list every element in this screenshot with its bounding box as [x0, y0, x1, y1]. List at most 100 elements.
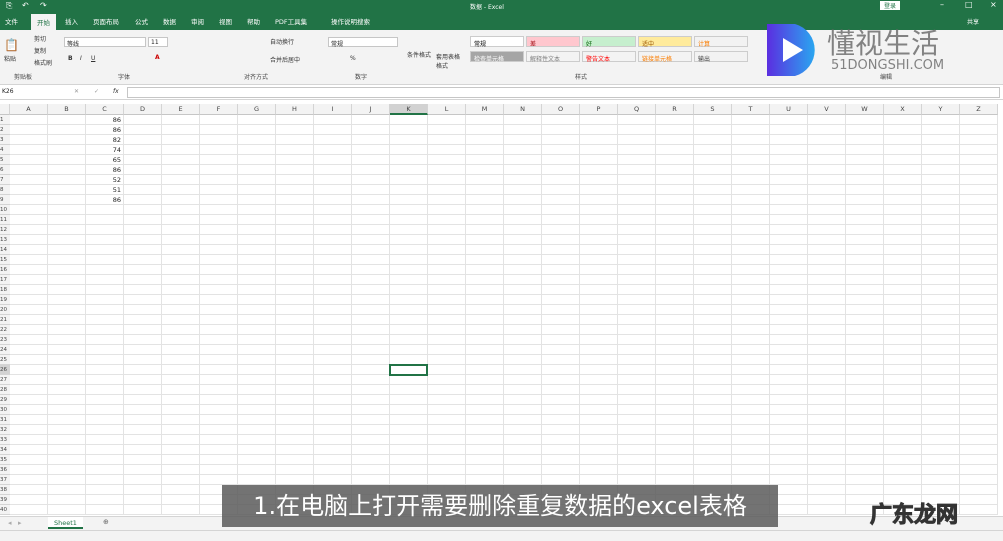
cell-G13[interactable]: [238, 235, 276, 245]
cell-L20[interactable]: [428, 305, 466, 315]
cell-O19[interactable]: [542, 295, 580, 305]
cell-U23[interactable]: [770, 335, 808, 345]
cell-H19[interactable]: [276, 295, 314, 305]
cell-O11[interactable]: [542, 215, 580, 225]
cell-E5[interactable]: [162, 155, 200, 165]
cell-G28[interactable]: [238, 385, 276, 395]
cell-V11[interactable]: [808, 215, 846, 225]
cell-L28[interactable]: [428, 385, 466, 395]
cell-C34[interactable]: [86, 445, 124, 455]
cell-D33[interactable]: [124, 435, 162, 445]
cell-G21[interactable]: [238, 315, 276, 325]
cell-K11[interactable]: [390, 215, 428, 225]
cell-F3[interactable]: [200, 135, 238, 145]
cell-I1[interactable]: [314, 115, 352, 125]
cell-X7[interactable]: [884, 175, 922, 185]
row-header-39[interactable]: 39: [0, 495, 10, 505]
cell-R4[interactable]: [656, 145, 694, 155]
cell-Z32[interactable]: [960, 425, 998, 435]
cell-X8[interactable]: [884, 185, 922, 195]
cell-C39[interactable]: [86, 495, 124, 505]
cell-J22[interactable]: [352, 325, 390, 335]
cell-J26[interactable]: [352, 365, 390, 375]
cell-S27[interactable]: [694, 375, 732, 385]
cell-J13[interactable]: [352, 235, 390, 245]
cell-N25[interactable]: [504, 355, 542, 365]
cell-C37[interactable]: [86, 475, 124, 485]
cell-G17[interactable]: [238, 275, 276, 285]
row-header-3[interactable]: 3: [0, 135, 10, 145]
cell-X4[interactable]: [884, 145, 922, 155]
cell-F5[interactable]: [200, 155, 238, 165]
cell-I37[interactable]: [314, 475, 352, 485]
row-header-27[interactable]: 27: [0, 375, 10, 385]
cell-V25[interactable]: [808, 355, 846, 365]
cell-V13[interactable]: [808, 235, 846, 245]
cell-F33[interactable]: [200, 435, 238, 445]
cell-G33[interactable]: [238, 435, 276, 445]
cell-F24[interactable]: [200, 345, 238, 355]
save-icon[interactable]: ⎘: [6, 1, 12, 11]
cell-U31[interactable]: [770, 415, 808, 425]
cell-H12[interactable]: [276, 225, 314, 235]
cell-J28[interactable]: [352, 385, 390, 395]
cell-U19[interactable]: [770, 295, 808, 305]
row-header-7[interactable]: 7: [0, 175, 10, 185]
cell-Y11[interactable]: [922, 215, 960, 225]
cell-X3[interactable]: [884, 135, 922, 145]
cell-M2[interactable]: [466, 125, 504, 135]
cell-V33[interactable]: [808, 435, 846, 445]
cell-X2[interactable]: [884, 125, 922, 135]
tab-10[interactable]: 操作说明搜索: [331, 16, 370, 26]
cell-Y18[interactable]: [922, 285, 960, 295]
cell-J33[interactable]: [352, 435, 390, 445]
cell-V18[interactable]: [808, 285, 846, 295]
cell-S21[interactable]: [694, 315, 732, 325]
cell-J8[interactable]: [352, 185, 390, 195]
cell-I10[interactable]: [314, 205, 352, 215]
cell-H25[interactable]: [276, 355, 314, 365]
row-header-20[interactable]: 20: [0, 305, 10, 315]
row-header-4[interactable]: 4: [0, 145, 10, 155]
enter-icon[interactable]: ✓: [94, 88, 99, 95]
cell-K37[interactable]: [390, 475, 428, 485]
cell-T28[interactable]: [732, 385, 770, 395]
cell-Z29[interactable]: [960, 395, 998, 405]
cell-V28[interactable]: [808, 385, 846, 395]
cell-C3[interactable]: 82: [86, 135, 124, 145]
cell-R25[interactable]: [656, 355, 694, 365]
cell-P14[interactable]: [580, 245, 618, 255]
cell-Z24[interactable]: [960, 345, 998, 355]
cell-C2[interactable]: 86: [86, 125, 124, 135]
cell-P3[interactable]: [580, 135, 618, 145]
cell-T32[interactable]: [732, 425, 770, 435]
cell-A25[interactable]: [10, 355, 48, 365]
cell-M23[interactable]: [466, 335, 504, 345]
cell-P10[interactable]: [580, 205, 618, 215]
cell-R31[interactable]: [656, 415, 694, 425]
cell-G26[interactable]: [238, 365, 276, 375]
cell-G34[interactable]: [238, 445, 276, 455]
cell-V35[interactable]: [808, 455, 846, 465]
row-header-22[interactable]: 22: [0, 325, 10, 335]
cell-C29[interactable]: [86, 395, 124, 405]
cell-X27[interactable]: [884, 375, 922, 385]
cell-X30[interactable]: [884, 405, 922, 415]
bold-button[interactable]: B: [68, 55, 73, 62]
cell-O26[interactable]: [542, 365, 580, 375]
cell-J18[interactable]: [352, 285, 390, 295]
cell-B36[interactable]: [48, 465, 86, 475]
cell-R35[interactable]: [656, 455, 694, 465]
cell-C5[interactable]: 65: [86, 155, 124, 165]
cell-L37[interactable]: [428, 475, 466, 485]
cell-W33[interactable]: [846, 435, 884, 445]
cell-X29[interactable]: [884, 395, 922, 405]
cell-E25[interactable]: [162, 355, 200, 365]
cell-H18[interactable]: [276, 285, 314, 295]
cell-A11[interactable]: [10, 215, 48, 225]
cell-S14[interactable]: [694, 245, 732, 255]
cell-G18[interactable]: [238, 285, 276, 295]
cell-P19[interactable]: [580, 295, 618, 305]
cell-Q18[interactable]: [618, 285, 656, 295]
cell-H23[interactable]: [276, 335, 314, 345]
